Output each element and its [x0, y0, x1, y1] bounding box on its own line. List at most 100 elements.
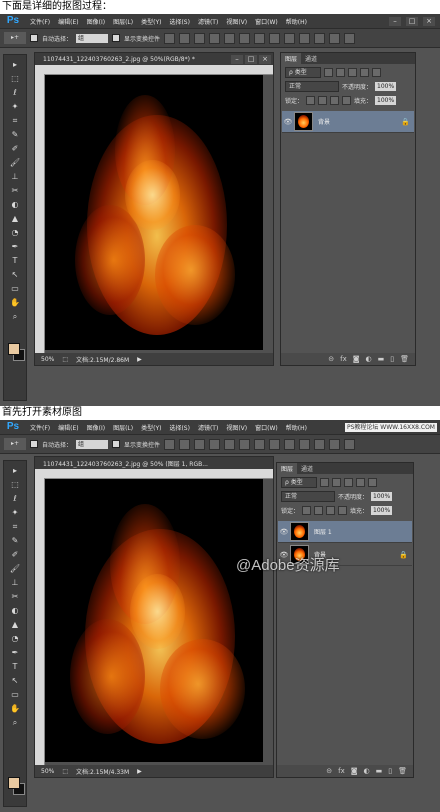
lock-transparent-icon[interactable] [302, 506, 312, 515]
history-brush-tool-icon[interactable]: ✂ [8, 185, 22, 197]
delete-layer-icon[interactable]: 🗑 [398, 767, 407, 775]
blend-mode-dropdown[interactable]: 正常 [285, 81, 339, 92]
lock-pixels-icon[interactable] [314, 506, 324, 515]
lock-pixels-icon[interactable] [318, 96, 328, 105]
marquee-tool-icon[interactable]: ⬚ [8, 479, 22, 491]
foreground-color-swatch[interactable] [8, 777, 20, 789]
align-middle-icon[interactable] [179, 438, 191, 450]
align-top-icon[interactable] [164, 32, 176, 44]
zoom-tool-icon[interactable]: ⌕ [8, 311, 22, 323]
quick-select-tool-icon[interactable]: ✦ [8, 101, 22, 113]
link-layers-icon[interactable]: ⊝ [328, 355, 334, 363]
status-menu-arrow-icon[interactable]: ▶ [137, 768, 142, 775]
filter-type-icon[interactable] [348, 68, 357, 77]
shape-tool-icon[interactable]: ▭ [8, 283, 22, 295]
menu-edit[interactable]: 编辑(E) [54, 423, 82, 432]
filter-pixel-icon[interactable] [324, 68, 333, 77]
doc-info-icon[interactable]: ⬚ [62, 768, 68, 775]
doc-info-icon[interactable]: ⬚ [62, 356, 68, 363]
menu-image[interactable]: 图像(I) [83, 17, 109, 26]
lock-all-icon[interactable] [342, 96, 352, 105]
distribute-center-icon[interactable] [314, 32, 326, 44]
menu-help[interactable]: 帮助(H) [282, 17, 311, 26]
filter-adjustment-icon[interactable] [332, 478, 341, 487]
menu-help[interactable]: 帮助(H) [282, 423, 311, 432]
menu-view[interactable]: 视图(V) [222, 17, 251, 26]
menu-view[interactable]: 视图(V) [222, 423, 251, 432]
menu-image[interactable]: 图像(I) [83, 423, 109, 432]
brush-tool-icon[interactable]: 🖌 [8, 157, 22, 169]
menu-filter[interactable]: 滤镜(T) [194, 17, 222, 26]
menu-layer[interactable]: 图层(L) [109, 17, 137, 26]
type-tool-icon[interactable]: T [8, 255, 22, 267]
filter-adjustment-icon[interactable] [336, 68, 345, 77]
minimize-app-button[interactable]: – [389, 16, 401, 26]
dodge-tool-icon[interactable]: ◔ [8, 633, 22, 645]
gradient-tool-icon[interactable]: ▲ [8, 619, 22, 631]
filter-type-icon[interactable] [344, 478, 353, 487]
opacity-input[interactable]: 100% [371, 492, 393, 501]
filter-smart-object-icon[interactable] [372, 68, 381, 77]
eraser-tool-icon[interactable]: ◐ [8, 605, 22, 617]
distribute-center-icon[interactable] [314, 438, 326, 450]
filter-kind-dropdown[interactable]: ρ 类型 [281, 477, 317, 488]
foreground-color-swatch[interactable] [8, 343, 20, 355]
lock-position-icon[interactable] [330, 96, 340, 105]
fill-input[interactable]: 100% [375, 96, 397, 105]
menu-select[interactable]: 选择(S) [165, 17, 194, 26]
layer-row-background[interactable]: 👁 背景 🔒 [282, 111, 414, 133]
filter-shape-icon[interactable] [356, 478, 365, 487]
add-mask-icon[interactable]: ◙ [353, 355, 360, 363]
crop-tool-icon[interactable]: ⌗ [8, 115, 22, 127]
doc-minimize-button[interactable]: – [231, 54, 243, 64]
gradient-tool-icon[interactable]: ▲ [8, 213, 22, 225]
align-right-icon[interactable] [239, 32, 251, 44]
auto-select-checkbox[interactable] [30, 34, 38, 42]
auto-align-icon[interactable] [344, 438, 356, 450]
hand-tool-icon[interactable]: ✋ [8, 297, 22, 309]
maximize-app-button[interactable]: □ [406, 16, 418, 26]
stamp-tool-icon[interactable]: ⊥ [8, 577, 22, 589]
filter-pixel-icon[interactable] [320, 478, 329, 487]
menu-type[interactable]: 类型(Y) [137, 17, 165, 26]
filter-smart-object-icon[interactable] [368, 478, 377, 487]
filter-shape-icon[interactable] [360, 68, 369, 77]
menu-window[interactable]: 窗口(W) [251, 423, 282, 432]
align-middle-icon[interactable] [179, 32, 191, 44]
new-layer-icon[interactable]: ▯ [388, 767, 392, 775]
document-tab[interactable]: 11074431_122403760263_2.jpg @ 50%(RGB/8*… [35, 53, 273, 65]
link-layers-icon[interactable]: ⊝ [326, 767, 332, 775]
doc-close-button[interactable]: × [259, 54, 271, 64]
healing-tool-icon[interactable]: ✐ [8, 549, 22, 561]
adjustment-layer-icon[interactable]: ◐ [366, 355, 372, 363]
path-select-tool-icon[interactable]: ↖ [8, 269, 22, 281]
align-center-icon[interactable] [224, 32, 236, 44]
crop-tool-icon[interactable]: ⌗ [8, 521, 22, 533]
layer-style-fx-icon[interactable]: fx [340, 355, 347, 363]
filter-kind-dropdown[interactable]: ρ 类型 [285, 67, 321, 78]
align-center-icon[interactable] [224, 438, 236, 450]
marquee-tool-icon[interactable]: ⬚ [8, 73, 22, 85]
menu-edit[interactable]: 编辑(E) [54, 17, 82, 26]
distribute-top-icon[interactable] [254, 438, 266, 450]
menu-select[interactable]: 选择(S) [165, 423, 194, 432]
lock-all-icon[interactable] [338, 506, 348, 515]
eraser-tool-icon[interactable]: ◐ [8, 199, 22, 211]
auto-align-icon[interactable] [344, 32, 356, 44]
close-app-button[interactable]: × [423, 16, 435, 26]
menu-filter[interactable]: 滤镜(T) [194, 423, 222, 432]
zoom-level[interactable]: 50% [41, 768, 54, 775]
distribute-middle-icon[interactable] [269, 438, 281, 450]
distribute-right-icon[interactable] [329, 32, 341, 44]
healing-tool-icon[interactable]: ✐ [8, 143, 22, 155]
auto-select-dropdown[interactable]: 组 [76, 33, 109, 43]
zoom-tool-icon[interactable]: ⌕ [8, 717, 22, 729]
quick-select-tool-icon[interactable]: ✦ [8, 507, 22, 519]
hand-tool-icon[interactable]: ✋ [8, 703, 22, 715]
show-transform-checkbox[interactable] [112, 440, 121, 448]
move-tool-preset-icon[interactable]: ▸+ [4, 438, 26, 450]
status-menu-arrow-icon[interactable]: ▶ [137, 356, 142, 363]
eyedropper-tool-icon[interactable]: ✎ [8, 535, 22, 547]
align-right-icon[interactable] [239, 438, 251, 450]
distribute-top-icon[interactable] [254, 32, 266, 44]
